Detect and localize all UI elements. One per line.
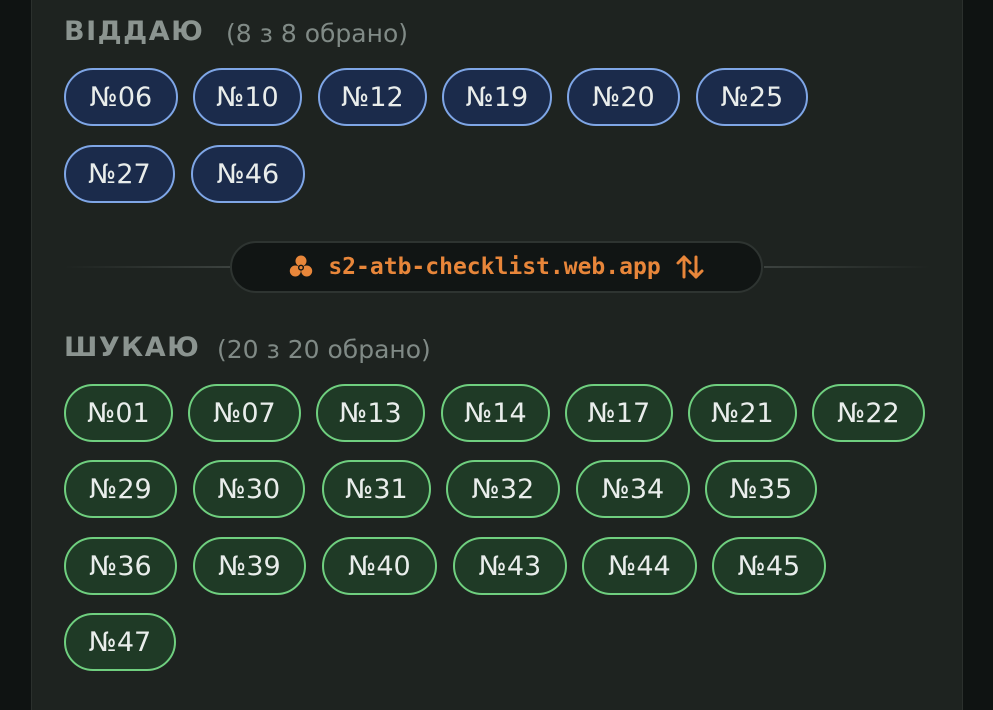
give-section-title: ВІДДАЮ: [64, 16, 205, 47]
divider-left: [64, 266, 230, 268]
want-sticker-pill[interactable]: №14: [441, 384, 550, 442]
want-sticker-pill[interactable]: №22: [812, 384, 925, 442]
give-sticker-pill[interactable]: №06: [64, 68, 178, 126]
want-sticker-pill[interactable]: №29: [64, 460, 177, 518]
want-sticker-pill[interactable]: №43: [453, 537, 567, 595]
give-selected-count: (8 з 8 обрано): [226, 19, 408, 48]
give-sticker-pill[interactable]: №25: [696, 68, 808, 126]
want-sticker-pill[interactable]: №17: [565, 384, 673, 442]
divider-right: [764, 266, 930, 268]
want-sticker-pill[interactable]: №36: [64, 537, 177, 595]
want-sticker-pill[interactable]: №39: [193, 537, 306, 595]
biohazard-icon: [288, 254, 314, 280]
want-sticker-pill[interactable]: №13: [316, 384, 425, 442]
app-link-chip[interactable]: s2-atb-checklist.web.app: [230, 241, 763, 293]
app-link-text: s2-atb-checklist.web.app: [328, 254, 661, 280]
give-sticker-pill[interactable]: №27: [64, 145, 175, 203]
want-sticker-pill[interactable]: №44: [582, 537, 697, 595]
want-sticker-pill[interactable]: №30: [193, 460, 305, 518]
want-sticker-pill[interactable]: №31: [322, 460, 431, 518]
want-selected-count: (20 з 20 обрано): [217, 335, 431, 364]
give-sticker-pill[interactable]: №20: [567, 68, 680, 126]
want-sticker-pill[interactable]: №01: [64, 384, 173, 442]
give-sticker-pill[interactable]: №46: [191, 145, 305, 203]
want-sticker-pill[interactable]: №34: [576, 460, 690, 518]
want-section-title: ШУКАЮ: [64, 332, 201, 363]
want-sticker-pill[interactable]: №47: [64, 613, 176, 671]
swap-vertical-icon[interactable]: [675, 253, 705, 281]
want-sticker-pill[interactable]: №45: [712, 537, 826, 595]
give-sticker-pill[interactable]: №10: [193, 68, 302, 126]
want-sticker-pill[interactable]: №21: [688, 384, 797, 442]
want-sticker-pill[interactable]: №40: [322, 537, 437, 595]
give-sticker-pill[interactable]: №12: [318, 68, 427, 126]
want-sticker-pill[interactable]: №35: [705, 460, 817, 518]
want-sticker-pill[interactable]: №07: [188, 384, 301, 442]
want-sticker-pill[interactable]: №32: [446, 460, 560, 518]
give-sticker-pill[interactable]: №19: [442, 68, 552, 126]
